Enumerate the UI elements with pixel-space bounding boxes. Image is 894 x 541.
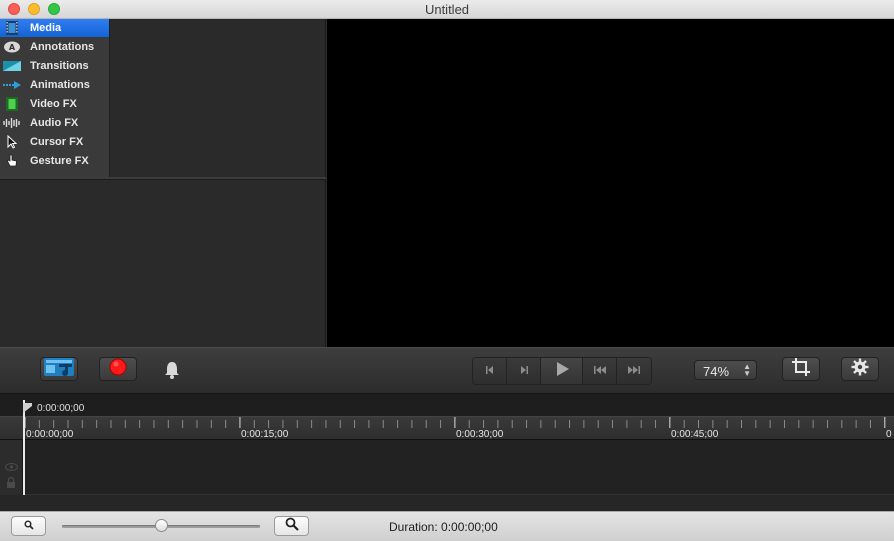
cursor-icon — [3, 135, 21, 149]
gear-icon — [851, 358, 869, 381]
crop-icon — [791, 357, 811, 382]
media-import-button[interactable] — [40, 357, 78, 381]
step-back-icon — [484, 362, 496, 380]
sidebar-item-label: Video FX — [30, 98, 77, 110]
ruler-label: 0:00:45;00 — [671, 429, 719, 440]
playhead-time: 0:00:00;00 — [37, 403, 85, 414]
bottom-bar: Duration: 0:00:00;00 — [0, 511, 894, 541]
timeline-zoom-slider-thumb[interactable] — [155, 519, 168, 532]
sidebar-item-annotations[interactable]: A Annotations — [0, 38, 109, 56]
preview-canvas[interactable] — [327, 19, 894, 347]
skip-to-start-icon — [593, 362, 607, 380]
transport-controls — [472, 357, 652, 385]
timeline: 0:00:00;00 0:00:00;00 0:00:15;00 0:00:30… — [0, 394, 894, 511]
ruler-label: 0:00:15;00 — [241, 429, 289, 440]
sidebar-item-label: Animations — [30, 79, 90, 91]
play-button[interactable] — [541, 358, 583, 384]
record-icon — [109, 358, 127, 381]
animation-arrow-icon — [3, 78, 21, 92]
playhead-handle-icon[interactable] — [23, 400, 32, 418]
sidebar-item-label: Audio FX — [30, 117, 79, 129]
lock-icon[interactable] — [6, 475, 16, 493]
sidebar-item-cursor-fx[interactable]: Cursor FX — [0, 133, 109, 151]
film-strip-icon — [3, 21, 21, 35]
sidebar-item-media[interactable]: Media — [0, 19, 109, 37]
properties-pane — [0, 179, 326, 347]
ruler-ticks — [24, 417, 886, 428]
toolbar: 74% ▲ ▼ — [0, 347, 894, 394]
sidebar-item-label: Gesture FX — [30, 155, 89, 167]
timeline-ruler[interactable]: 0:00:00;00 0:00:15;00 0:00:30;00 0:00:45… — [0, 416, 894, 440]
eye-icon[interactable] — [5, 458, 18, 476]
library-pane — [110, 19, 326, 178]
window-title: Untitled — [424, 2, 470, 17]
magnifier-small-icon — [24, 517, 34, 535]
zoom-level-value: 74% — [703, 364, 730, 379]
play-icon — [554, 361, 570, 382]
record-button[interactable] — [99, 357, 137, 381]
sidebar-item-label: Media — [30, 22, 62, 34]
track-controls — [0, 440, 23, 495]
skip-to-end-icon — [627, 362, 641, 380]
timeline-zoom-in-button[interactable] — [274, 516, 309, 536]
duration-label: Duration: 0:00:00;00 — [389, 520, 498, 534]
app-window: Untitled Media A Annotations Transitions — [0, 0, 894, 541]
skip-to-start-button[interactable] — [583, 358, 617, 384]
sidebar: Media A Annotations Transitions Animatio… — [0, 19, 110, 178]
svg-text:A: A — [9, 43, 16, 52]
sidebar-item-label: Annotations — [30, 41, 95, 53]
hand-pointer-icon — [3, 154, 21, 168]
updown-arrows-icon: ▲ ▼ — [743, 362, 751, 378]
crop-button[interactable] — [782, 357, 820, 381]
step-back-button[interactable] — [473, 358, 507, 384]
sidebar-item-audio-fx[interactable]: Audio FX — [0, 114, 109, 132]
ruler-label: 0:00:00;00 — [26, 429, 74, 440]
sidebar-item-label: Cursor FX — [30, 136, 84, 148]
annotation-icon: A — [3, 40, 21, 54]
sidebar-item-video-fx[interactable]: Video FX — [0, 95, 109, 113]
sidebar-item-label: Transitions — [30, 60, 89, 72]
step-forward-button[interactable] — [507, 358, 541, 384]
track-area[interactable] — [0, 440, 894, 495]
sidebar-item-transitions[interactable]: Transitions — [0, 57, 109, 75]
step-forward-icon — [518, 362, 530, 380]
timeline-header: 0:00:00;00 — [0, 394, 894, 416]
ruler-label: 0 — [886, 429, 892, 440]
canvas-zoom-select[interactable]: 74% ▲ ▼ — [694, 360, 757, 380]
media-import-icon — [42, 356, 76, 383]
ruler-label: 0:00:30;00 — [456, 429, 504, 440]
title-bar: Untitled — [0, 0, 894, 19]
timeline-zoom-out-button[interactable] — [11, 516, 46, 536]
magnifier-large-icon — [285, 517, 299, 536]
bell-icon[interactable] — [161, 359, 183, 381]
settings-button[interactable] — [841, 357, 879, 381]
sidebar-item-gesture-fx[interactable]: Gesture FX — [0, 152, 109, 170]
sidebar-item-animations[interactable]: Animations — [0, 76, 109, 94]
skip-to-end-button[interactable] — [617, 358, 651, 384]
waveform-icon — [3, 116, 21, 130]
transition-icon — [3, 59, 21, 73]
video-fx-icon — [3, 97, 21, 111]
